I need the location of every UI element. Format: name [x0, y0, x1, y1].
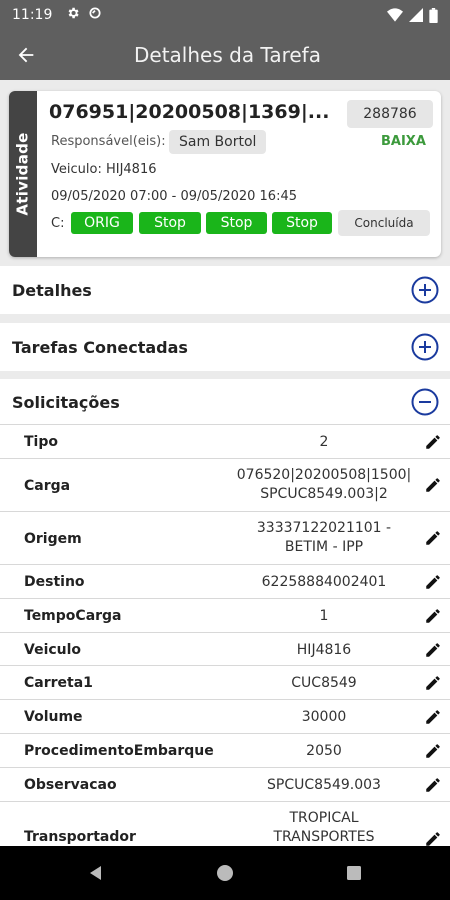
- row-value: HIJ4816: [296, 642, 352, 658]
- section-tarefas-label: Tarefas Conectadas: [12, 337, 188, 357]
- row-key: Veiculo: [24, 642, 82, 658]
- row-value: 1: [319, 608, 329, 624]
- collapse-minus-icon[interactable]: [411, 388, 439, 416]
- table-row: Transportador TROPICAL TRANSPORTES: [0, 801, 450, 846]
- pencil-icon[interactable]: [424, 641, 442, 659]
- pencil-icon[interactable]: [424, 607, 442, 625]
- nav-back-icon[interactable]: [88, 865, 104, 881]
- row-value-line2: BETIM - IPP: [284, 539, 364, 555]
- table-row: Origem 33337122021101 - BETIM - IPP: [0, 511, 450, 564]
- table-row: Tipo 2: [0, 424, 450, 458]
- pencil-icon[interactable]: [424, 573, 442, 591]
- row-value: 076520|20200508|1500|: [236, 467, 412, 483]
- row-value: 62258884002401: [261, 574, 387, 590]
- table-row: Observacao SPCUC8549.003: [0, 767, 450, 801]
- pencil-icon[interactable]: [424, 529, 442, 547]
- table-row: TempoCarga 1: [0, 598, 450, 632]
- sync-icon: [88, 6, 102, 24]
- task-code: 076951|20200508|1369|...: [49, 101, 330, 123]
- task-number-badge: 288786: [347, 100, 433, 128]
- row-value: TROPICAL: [289, 810, 359, 826]
- nav-recents-icon[interactable]: [346, 865, 362, 881]
- pencil-icon[interactable]: [424, 476, 442, 494]
- row-value-line2: SPCUC8549.003|2: [260, 486, 388, 502]
- row-key: Destino: [24, 574, 85, 590]
- solicitacoes-list: Tipo 2 Carga 076520|20200508|1500| SPCUC…: [0, 424, 450, 846]
- section-detalhes-label: Detalhes: [12, 280, 92, 300]
- section-solicitacoes[interactable]: Solicitações: [0, 379, 450, 425]
- row-value: 2: [319, 434, 329, 450]
- row-value: 33337122021101 -: [256, 520, 392, 536]
- status-time: 11:19: [12, 7, 53, 23]
- gear-icon: [66, 6, 80, 24]
- task-card[interactable]: Atividade 076951|20200508|1369|... 28878…: [9, 91, 441, 257]
- row-key: TempoCarga: [24, 608, 122, 624]
- back-button[interactable]: [0, 30, 52, 80]
- signal-icon: [409, 8, 423, 22]
- vehicle-text: Veiculo: HIJ4816: [51, 162, 157, 177]
- row-key: Volume: [24, 709, 83, 725]
- step-orig: ORIG: [71, 212, 133, 234]
- arrow-left-icon: [18, 47, 34, 63]
- row-key: ProcedimentoEmbarque: [24, 743, 214, 759]
- page-title: Detalhes da Tarefa: [134, 43, 321, 67]
- table-row: ProcedimentoEmbarque 2050: [0, 733, 450, 767]
- pencil-icon[interactable]: [424, 708, 442, 726]
- row-key: Transportador: [24, 829, 136, 845]
- table-row: Carga 076520|20200508|1500| SPCUC8549.00…: [0, 458, 450, 511]
- table-row: Destino 62258884002401: [0, 564, 450, 598]
- row-key: Carga: [24, 478, 71, 494]
- row-key: Origem: [24, 531, 82, 547]
- activity-side-label: Atividade: [9, 91, 37, 257]
- pencil-icon[interactable]: [424, 433, 442, 451]
- row-value-line2: TRANSPORTES: [273, 829, 375, 845]
- system-nav-bar: [0, 846, 450, 900]
- pencil-icon[interactable]: [424, 742, 442, 760]
- row-value: CUC8549: [291, 675, 357, 691]
- row-key: Tipo: [24, 434, 58, 450]
- expand-plus-icon[interactable]: [411, 276, 439, 304]
- status-button[interactable]: Concluída: [338, 210, 430, 236]
- period-text: 09/05/2020 07:00 - 09/05/2020 16:45: [51, 189, 298, 204]
- nav-home-icon[interactable]: [216, 864, 234, 882]
- section-solicitacoes-label: Solicitações: [12, 392, 120, 412]
- row-value: SPCUC8549.003: [267, 777, 381, 793]
- step-stop-2: Stop: [206, 212, 267, 234]
- row-value: 30000: [301, 709, 347, 725]
- priority-badge: BAIXA: [381, 134, 426, 149]
- wifi-icon: [387, 8, 403, 22]
- app-bar: Detalhes da Tarefa: [0, 30, 450, 80]
- status-bar: 11:19: [0, 0, 450, 30]
- step-stop-3: Stop: [272, 212, 332, 234]
- table-row: Veiculo HIJ4816: [0, 632, 450, 665]
- c-label: C:: [51, 216, 65, 231]
- section-detalhes[interactable]: Detalhes: [0, 266, 450, 314]
- pencil-icon[interactable]: [424, 776, 442, 794]
- row-key: Carreta1: [24, 675, 93, 691]
- pencil-icon[interactable]: [424, 674, 442, 692]
- table-row: Volume 30000: [0, 699, 450, 733]
- step-stop-1: Stop: [139, 212, 201, 234]
- row-value: 2050: [306, 743, 342, 759]
- activity-label: Atividade: [14, 132, 32, 216]
- responsible-label: Responsável(eis):: [51, 134, 166, 149]
- battery-icon: [429, 7, 438, 23]
- responsible-name-chip: Sam Bortol: [169, 130, 267, 154]
- row-key: Observacao: [24, 777, 117, 793]
- section-tarefas-conectadas[interactable]: Tarefas Conectadas: [0, 323, 450, 371]
- expand-plus-icon[interactable]: [411, 333, 439, 361]
- card-area: Atividade 076951|20200508|1369|... 28878…: [0, 80, 450, 266]
- table-row: Carreta1 CUC8549: [0, 665, 450, 699]
- pencil-icon[interactable]: [424, 830, 442, 846]
